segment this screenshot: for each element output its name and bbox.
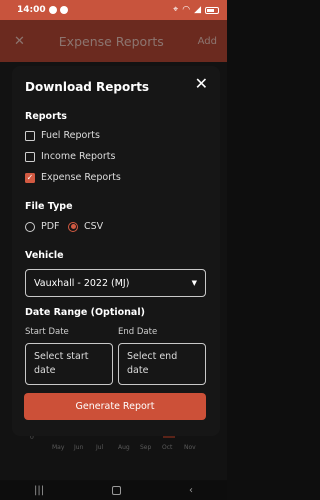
date-range-label: Date Range (Optional) [25,307,145,318]
radio-selected-icon[interactable] [68,221,78,232]
vehicle-select[interactable]: Vauxhall - 2022 (MJ) ▼ [25,269,206,297]
battery-icon [205,6,219,14]
checkbox-checked-icon[interactable]: ✓ [25,172,35,183]
dropdown-caret-icon: ▼ [191,279,197,287]
radio-unselected-icon[interactable] [25,221,35,232]
generate-report-button[interactable]: Generate Report [24,393,206,420]
radio-pdf[interactable]: PDF [25,221,60,232]
checkbox-unchecked-icon[interactable] [25,130,35,141]
app-notification-icon [59,6,68,14]
signal-icon: ◢ [194,5,201,15]
checkbox-label: Income Reports [41,151,116,162]
back-icon[interactable]: ‹ [189,485,193,496]
header-title: Expense Reports [58,33,164,49]
header-close-icon: ✕ [14,33,25,49]
location-icon: ⌖ [173,5,179,15]
month-label: May [52,444,65,451]
file-type-label: File Type [25,201,73,212]
end-date-label: End Date [118,327,158,337]
month-label: Aug [118,444,130,451]
home-icon[interactable] [112,486,122,495]
header-add-button: Add [197,35,217,47]
checkbox-label: Expense Reports [41,172,121,183]
close-icon[interactable]: ✕ [195,76,208,92]
month-label: Sep [140,444,152,451]
chart-month-labels: May Jun Jul Aug Sep Oct Nov [52,444,206,451]
radio-label: CSV [84,221,104,232]
checkbox-label: Fuel Reports [41,130,100,141]
status-time: 14:00 [17,5,46,15]
checkbox-unchecked-icon[interactable] [25,151,35,162]
download-reports-dialog: Download Reports ✕ Reports Fuel Reports … [12,66,220,436]
vehicle-select-value: Vauxhall - 2022 (MJ) [34,277,130,289]
reports-section-label: Reports [25,111,67,122]
notification-icon [48,6,57,14]
checkbox-fuel-reports[interactable]: Fuel Reports [25,130,100,141]
start-date-label: Start Date [25,327,69,337]
app-header: ✕ Expense Reports Add [0,20,227,62]
checkbox-expense-reports[interactable]: ✓ Expense Reports [25,172,121,183]
month-label: Nov [184,444,196,451]
vehicle-label: Vehicle [25,250,64,261]
system-nav-bar: ||| ‹ [0,481,227,500]
radio-label: PDF [41,221,60,232]
end-date-field[interactable]: Select end date [118,343,206,385]
checkbox-income-reports[interactable]: Income Reports [25,151,115,162]
wifi-icon: ◠ [182,5,191,15]
radio-csv[interactable]: CSV [68,221,103,232]
dialog-title: Download Reports [25,80,150,94]
month-label: Jul [96,444,104,451]
start-date-field[interactable]: Select start date [25,343,113,385]
month-label: Jun [74,444,84,451]
recents-icon[interactable]: ||| [34,485,44,496]
month-label: Oct [162,444,173,451]
status-bar: 14:00 ⌖ ◠ ◢ [0,0,227,20]
